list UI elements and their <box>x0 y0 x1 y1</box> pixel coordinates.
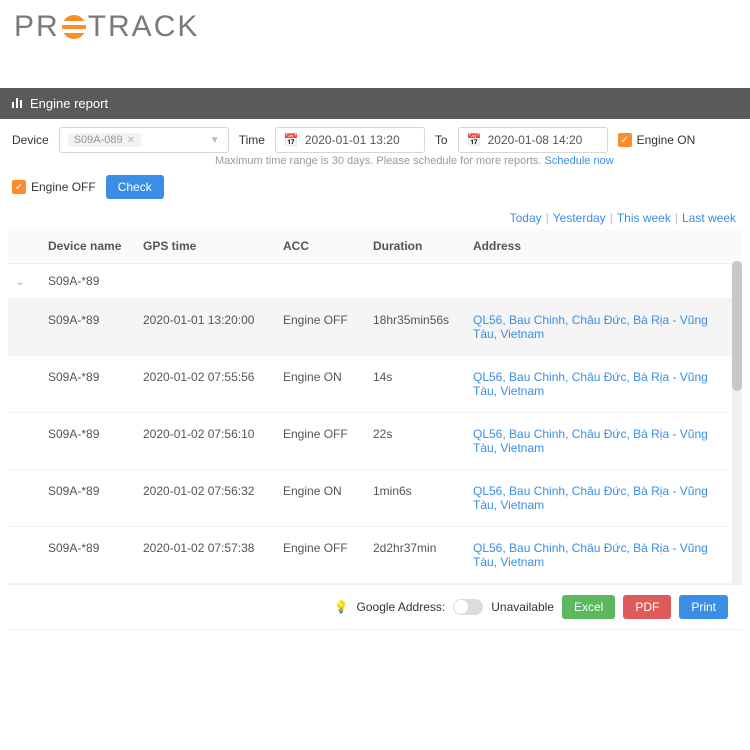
bars-icon <box>12 96 24 111</box>
excel-button[interactable]: Excel <box>562 595 615 619</box>
table-row: S09A-*892020-01-02 07:57:38Engine OFF2d2… <box>8 527 742 584</box>
lastweek-link[interactable]: Last week <box>682 211 736 225</box>
logo: PR TRACK <box>0 0 750 88</box>
address-link[interactable]: QL56, Bau Chinh, Châu Đức, Bà Rịa - Vũng… <box>473 313 708 341</box>
engine-off-checkbox[interactable]: ✓ Engine OFF <box>12 180 96 194</box>
to-date-input[interactable]: 📅 2020-01-08 14:20 <box>458 127 608 153</box>
to-label: To <box>435 133 448 147</box>
col-acc: ACC <box>275 229 365 264</box>
yesterday-link[interactable]: Yesterday <box>553 211 606 225</box>
table-row: S09A-*892020-01-02 07:56:32Engine ON1min… <box>8 470 742 527</box>
device-tag[interactable]: S09A-089 ✕ <box>68 133 141 147</box>
checkbox-checked-icon: ✓ <box>618 133 632 147</box>
table-row: S09A-*892020-01-02 07:55:56Engine ON14sQ… <box>8 356 742 413</box>
chevron-down-icon: ▼ <box>210 135 220 146</box>
schedule-link[interactable]: Schedule now <box>545 155 614 167</box>
logo-o-icon <box>62 15 86 39</box>
today-link[interactable]: Today <box>510 211 542 225</box>
time-hint: Maximum time range is 30 days. Please sc… <box>215 155 750 167</box>
expand-icon[interactable]: ⌄ <box>16 277 24 288</box>
engine-on-checkbox[interactable]: ✓ Engine ON <box>618 133 696 147</box>
google-toggle[interactable] <box>453 599 483 615</box>
calendar-icon: 📅 <box>284 133 299 147</box>
unavailable-label: Unavailable <box>491 600 554 614</box>
title-bar: Engine report <box>0 88 750 119</box>
tag-close-icon[interactable]: ✕ <box>127 135 135 146</box>
footer-bar: 💡 Google Address: Unavailable Excel PDF … <box>8 584 742 630</box>
time-label: Time <box>239 133 265 147</box>
logo-post: TRACK <box>88 10 200 44</box>
report-table: Device name GPS time ACC Duration Addres… <box>8 229 742 584</box>
table-row: S09A-*892020-01-02 07:56:10Engine OFF22s… <box>8 413 742 470</box>
group-row[interactable]: ⌄ S09A-*89 <box>8 264 742 299</box>
scrollbar-thumb[interactable] <box>732 261 742 391</box>
logo-pre: PR <box>14 10 60 44</box>
col-gps: GPS time <box>135 229 275 264</box>
from-date-input[interactable]: 📅 2020-01-01 13:20 <box>275 127 425 153</box>
address-link[interactable]: QL56, Bau Chinh, Châu Đức, Bà Rịa - Vũng… <box>473 541 708 569</box>
table-row: S09A-*892020-01-01 13:20:00Engine OFF18h… <box>8 299 742 356</box>
pdf-button[interactable]: PDF <box>623 595 671 619</box>
address-link[interactable]: QL56, Bau Chinh, Châu Đức, Bà Rịa - Vũng… <box>473 427 708 455</box>
bulb-icon: 💡 <box>334 600 349 614</box>
col-duration: Duration <box>365 229 465 264</box>
col-address: Address <box>465 229 742 264</box>
col-device: Device name <box>40 229 135 264</box>
thisweek-link[interactable]: This week <box>617 211 671 225</box>
check-button[interactable]: Check <box>106 175 164 199</box>
address-link[interactable]: QL56, Bau Chinh, Châu Đức, Bà Rịa - Vũng… <box>473 370 708 398</box>
title: Engine report <box>30 96 108 111</box>
device-select[interactable]: S09A-089 ✕ ▼ <box>59 127 229 153</box>
google-label: Google Address: <box>357 600 446 614</box>
calendar-icon: 📅 <box>467 133 482 147</box>
device-label: Device <box>12 133 49 147</box>
address-link[interactable]: QL56, Bau Chinh, Châu Đức, Bà Rịa - Vũng… <box>473 484 708 512</box>
scrollbar[interactable] <box>732 261 742 584</box>
print-button[interactable]: Print <box>679 595 728 619</box>
quick-range: Today| Yesterday| This week| Last week <box>0 207 750 229</box>
checkbox-checked-icon: ✓ <box>12 180 26 194</box>
